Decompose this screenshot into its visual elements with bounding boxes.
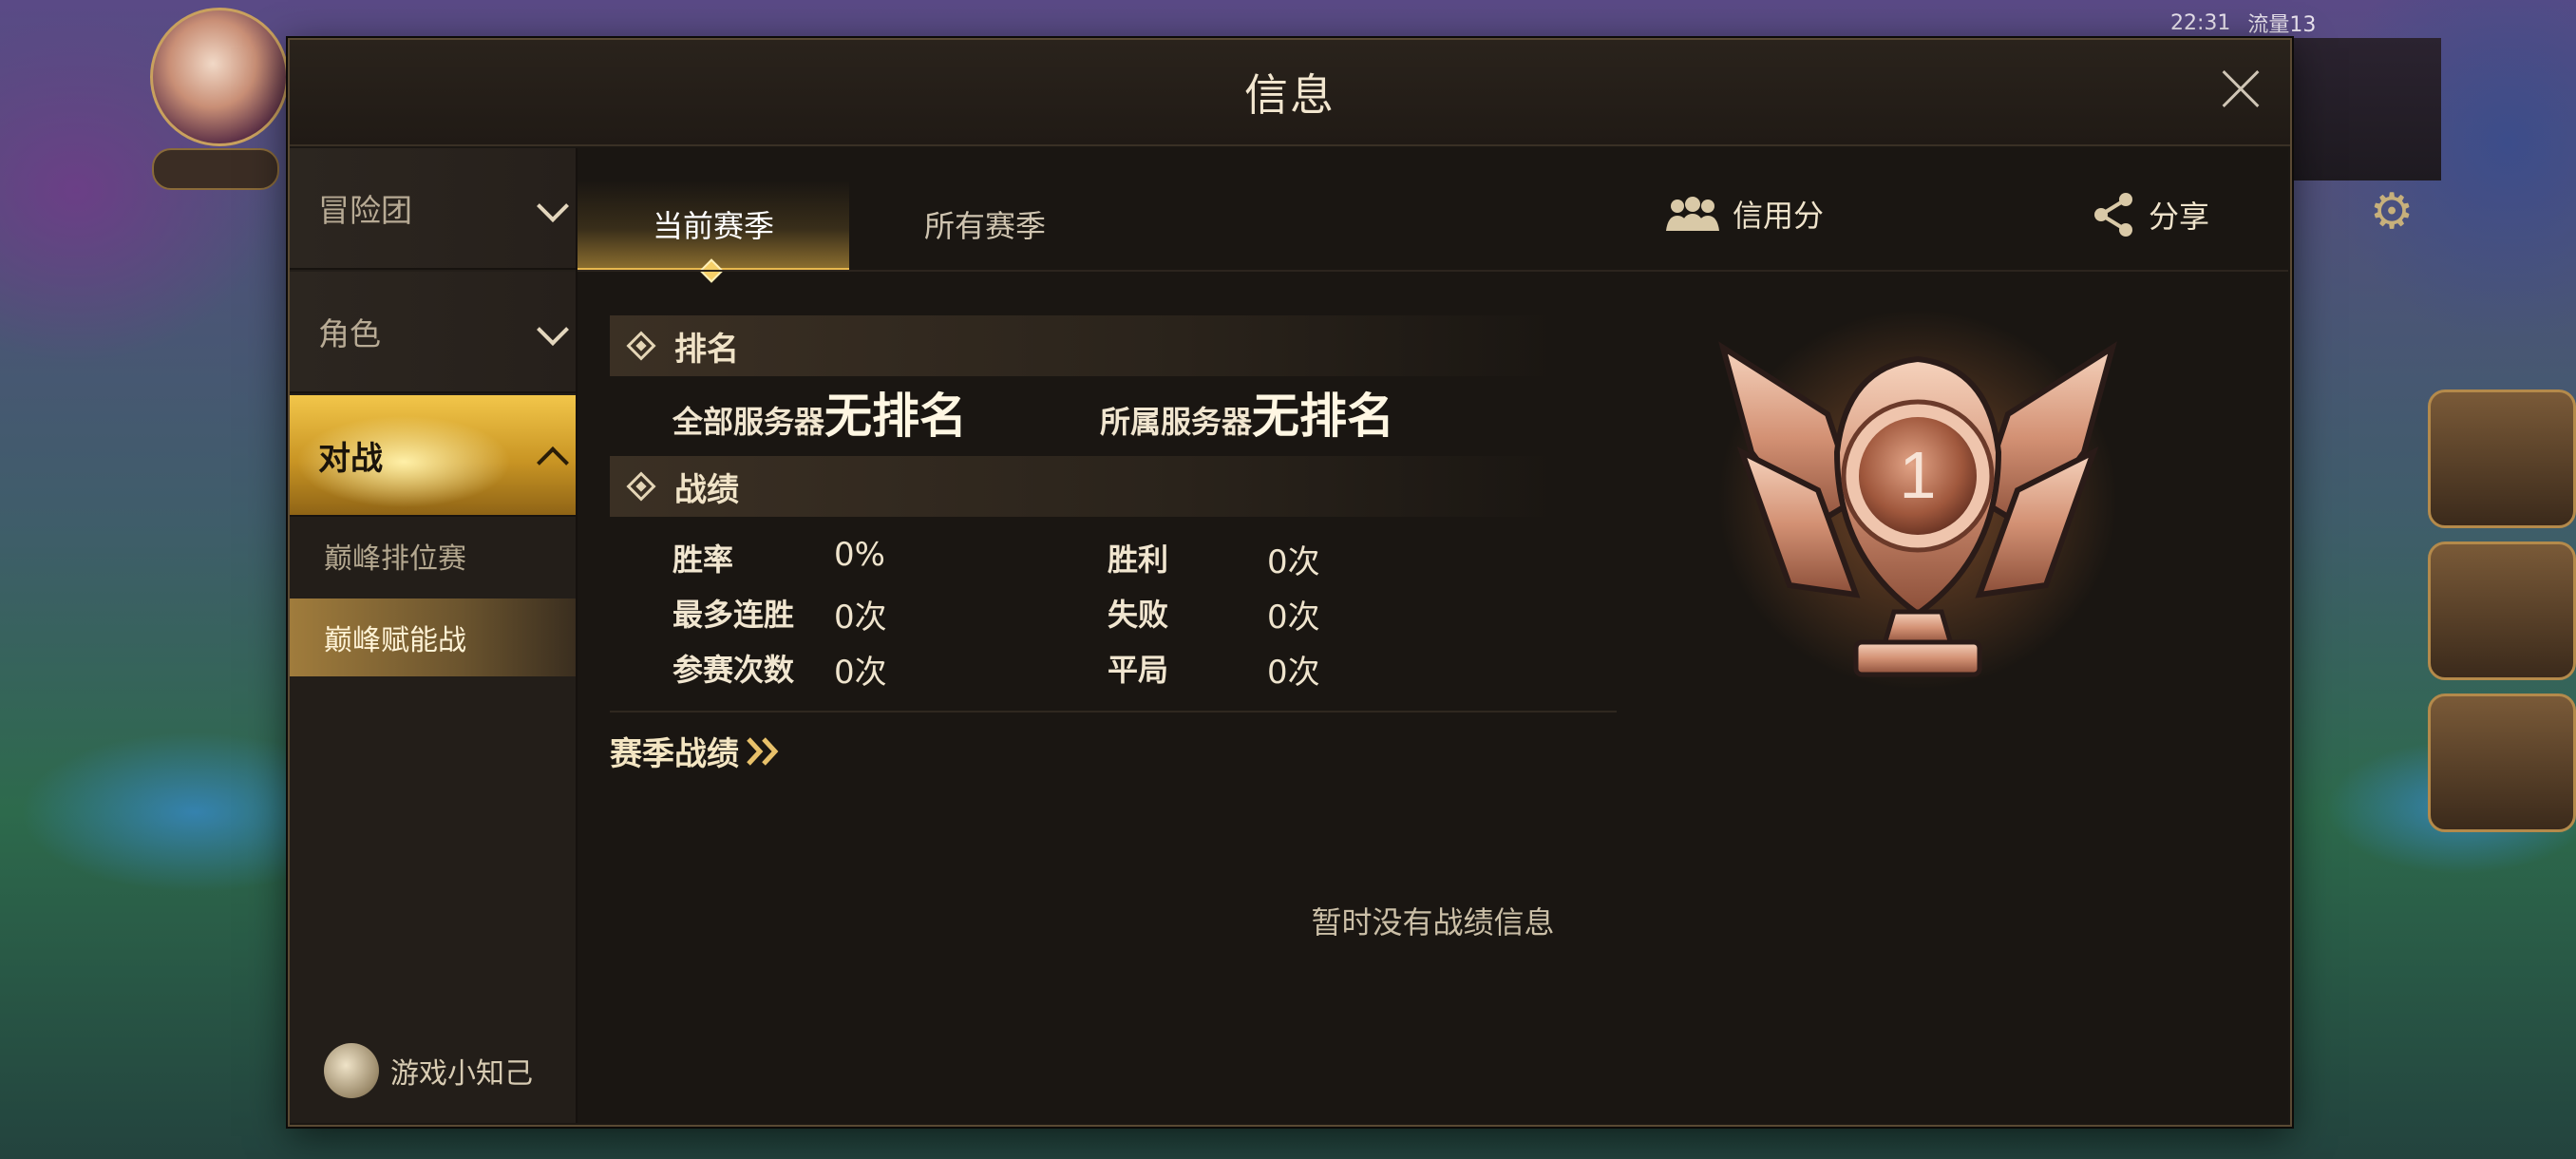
sidebar-item-label: 冒险团 xyxy=(318,192,412,229)
own-server-value: 无排名 xyxy=(1252,389,1395,444)
status-bar: 22:31 流量13 xyxy=(2170,6,2436,40)
tab-current-season[interactable]: 当前赛季 xyxy=(578,180,849,272)
empty-record-message: 暂时没有战绩信息 xyxy=(1311,904,1555,940)
ranking-header-label: 排名 xyxy=(674,330,739,369)
badge-number: 1 xyxy=(1900,438,1937,512)
losses-label: 失败 xyxy=(1108,597,1169,633)
sidebar-item-character[interactable]: 角色 xyxy=(290,272,576,393)
matches-value: 0次 xyxy=(834,654,887,692)
double-chevron-right-icon xyxy=(747,736,779,766)
own-server-label: 所属服务器 xyxy=(1100,404,1253,440)
ranking-section-header: 排名 xyxy=(610,315,1560,376)
info-dialog: 信息 冒险团 角色 对战 巅峰排位赛 巅峰赋能战 游戏小知己 当前赛季 所有赛季… xyxy=(288,38,2292,1127)
max-streak-label: 最多连胜 xyxy=(672,597,795,633)
player-avatar[interactable] xyxy=(150,8,289,146)
credit-score-button[interactable]: 信用分 xyxy=(1664,192,1824,236)
sidebar-item-battle[interactable]: 对战 xyxy=(290,395,576,517)
diamond-icon xyxy=(626,331,656,361)
dialog-title: 信息 xyxy=(1244,69,1335,121)
sidebar-subitem-ranked[interactable]: 巅峰排位赛 xyxy=(290,517,576,595)
losses-value: 0次 xyxy=(1267,598,1320,636)
avatar-tag xyxy=(152,148,279,190)
wins-value: 0次 xyxy=(1267,543,1320,581)
hud-button-2[interactable] xyxy=(2428,542,2576,680)
wins-label: 胜利 xyxy=(1108,542,1169,578)
hud-button-1[interactable] xyxy=(2428,390,2576,528)
record-header-label: 战绩 xyxy=(674,470,739,509)
section-divider xyxy=(610,711,1617,712)
close-button[interactable] xyxy=(2212,61,2269,118)
all-server-label: 全部服务器 xyxy=(672,404,825,440)
sidebar-item-label: 对战 xyxy=(318,439,383,478)
gear-icon[interactable]: ⚙ xyxy=(2365,185,2418,238)
season-record-label: 赛季战绩 xyxy=(610,735,739,773)
credit-label: 信用分 xyxy=(1733,198,1825,234)
sidebar-item-adventure-group[interactable]: 冒险团 xyxy=(290,148,576,270)
background-hud xyxy=(2289,38,2441,180)
draws-value: 0次 xyxy=(1267,654,1320,692)
mascot-icon xyxy=(324,1043,379,1098)
subitem-label: 巅峰排位赛 xyxy=(324,542,466,576)
tab-divider xyxy=(578,270,2288,272)
sidebar-item-label: 角色 xyxy=(318,315,381,352)
status-time: 22:31 xyxy=(2170,10,2231,35)
win-rate-label: 胜率 xyxy=(672,542,734,578)
sidebar: 冒险团 角色 对战 巅峰排位赛 巅峰赋能战 游戏小知己 xyxy=(290,148,578,1123)
dialog-titlebar: 信息 xyxy=(290,40,2290,146)
all-server-value: 无排名 xyxy=(824,389,968,444)
tab-all-seasons[interactable]: 所有赛季 xyxy=(849,180,1121,268)
win-rate-value: 0% xyxy=(834,536,885,574)
record-section-header: 战绩 xyxy=(610,456,1560,517)
ranking-row: 全部服务器 无排名 所属服务器 无排名 xyxy=(672,378,1394,446)
bronze-trophy-icon: 1 xyxy=(1718,310,2117,690)
subitem-label: 巅峰赋能战 xyxy=(324,624,466,657)
sidebar-subitem-empower[interactable]: 巅峰赋能战 xyxy=(290,598,576,676)
chevron-down-icon xyxy=(537,314,569,346)
matches-label: 参赛次数 xyxy=(672,652,795,688)
season-record-link[interactable]: 赛季战绩 xyxy=(610,728,783,774)
tab-label: 所有赛季 xyxy=(923,208,1046,244)
tips-label: 游戏小知己 xyxy=(390,1057,533,1091)
share-label: 分享 xyxy=(2149,199,2210,235)
share-button[interactable]: 分享 xyxy=(2092,192,2209,238)
chevron-down-icon xyxy=(537,190,569,222)
diamond-icon xyxy=(626,471,656,502)
draws-label: 平局 xyxy=(1108,652,1169,688)
status-network: 流量13 xyxy=(2247,13,2317,37)
hud-button-3[interactable] xyxy=(2428,694,2576,832)
share-icon xyxy=(2094,193,2132,237)
group-icon xyxy=(1666,197,1719,231)
game-tips-button[interactable]: 游戏小知己 xyxy=(324,1043,533,1098)
chevron-up-icon xyxy=(537,446,569,479)
content-area: 当前赛季 所有赛季 信用分 分享 排名 全部服务器 无排名 所属服务器 无排名 … xyxy=(578,148,2288,1123)
tab-label: 当前赛季 xyxy=(652,208,774,244)
max-streak-value: 0次 xyxy=(834,598,887,636)
tab-bar: 当前赛季 所有赛季 信用分 分享 xyxy=(578,148,2288,300)
